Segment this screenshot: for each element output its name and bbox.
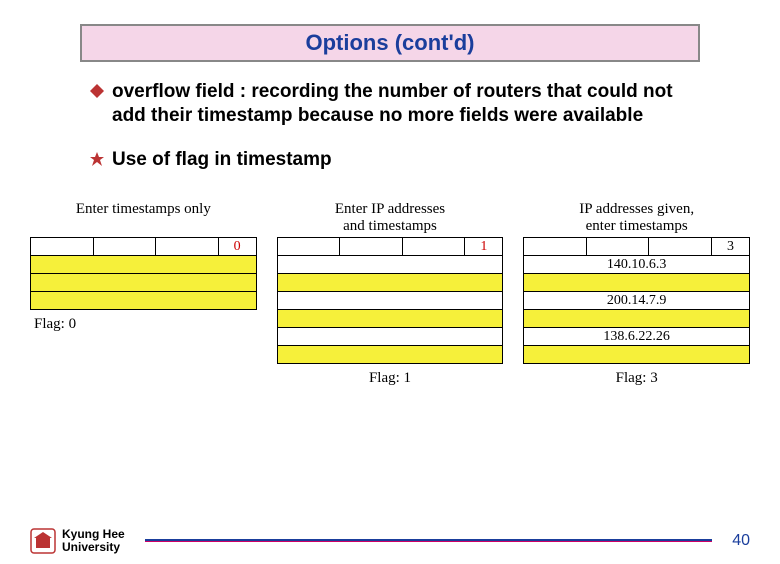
- table-row: [277, 328, 503, 346]
- table-row: 200.14.7.9: [524, 292, 750, 310]
- university-logo-icon: [30, 528, 56, 554]
- diamond-bullet-icon: [90, 84, 104, 98]
- diagram-3-table: 3 140.10.6.3 200.14.7.9 138.6.22.26: [523, 237, 750, 364]
- diagram-3-caption: Flag: 3: [616, 370, 658, 387]
- flag-diagrams: Enter timestamps only 0 Flag: 0 Enter IP…: [30, 201, 750, 387]
- table-row: [31, 274, 257, 292]
- table-row: [31, 292, 257, 310]
- table-row: [277, 274, 503, 292]
- ip-address: 140.10.6.3: [524, 256, 750, 274]
- table-row: [524, 346, 750, 364]
- table-row: [277, 310, 503, 328]
- diagram-3-title-l1: IP addresses given,: [579, 201, 694, 217]
- table-row: 140.10.6.3: [524, 256, 750, 274]
- table-row: 138.6.22.26: [524, 328, 750, 346]
- flag-value: 1: [465, 238, 503, 256]
- diagram-3-title-l2: enter timestamps: [586, 218, 688, 234]
- diagram-flag-3: IP addresses given, enter timestamps 3 1…: [523, 201, 750, 387]
- ip-address: 138.6.22.26: [524, 328, 750, 346]
- slide-footer: Kyung Hee University 40: [0, 528, 780, 554]
- table-row: [31, 256, 257, 274]
- slide-body: overflow field : recording the number of…: [80, 80, 700, 171]
- bullet-2-text: Use of flag in timestamp: [112, 148, 332, 172]
- flag-value: 3: [712, 238, 750, 256]
- university-name-l2: University: [62, 540, 120, 554]
- page-number: 40: [732, 532, 750, 550]
- university-name: Kyung Hee University: [62, 528, 125, 554]
- ip-address: 200.14.7.9: [524, 292, 750, 310]
- bullet-1-text: overflow field : recording the number of…: [112, 80, 700, 128]
- slide-title: Options (cont'd): [82, 30, 698, 56]
- slide-title-bar: Options (cont'd): [80, 24, 700, 62]
- diagram-3-title: IP addresses given, enter timestamps: [579, 201, 694, 235]
- bullet-1: overflow field : recording the number of…: [90, 80, 700, 128]
- diagram-1-title-l2: and timestamps: [343, 218, 437, 234]
- table-row: 0: [31, 238, 257, 256]
- diagram-0-caption: Flag: 0: [34, 316, 76, 333]
- flag-value: 0: [218, 238, 256, 256]
- table-row: [524, 310, 750, 328]
- diagram-1-caption: Flag: 1: [369, 370, 411, 387]
- diagram-0-title: Enter timestamps only: [76, 201, 211, 235]
- table-row: [524, 274, 750, 292]
- diagram-1-title: Enter IP addresses and timestamps: [335, 201, 445, 235]
- diagram-1-table: 1: [277, 237, 504, 364]
- diagram-flag-0: Enter timestamps only 0 Flag: 0: [30, 201, 257, 387]
- table-row: [277, 346, 503, 364]
- table-row: [277, 256, 503, 274]
- table-row: 3: [524, 238, 750, 256]
- bullet-2: Use of flag in timestamp: [90, 148, 700, 172]
- table-row: [277, 292, 503, 310]
- university-name-l1: Kyung Hee: [62, 527, 125, 541]
- diagram-0-table: 0: [30, 237, 257, 310]
- diagram-1-title-l1: Enter IP addresses: [335, 201, 445, 217]
- star-bullet-icon: [90, 152, 104, 166]
- diagram-flag-1: Enter IP addresses and timestamps 1 Flag…: [277, 201, 504, 387]
- table-row: 1: [277, 238, 503, 256]
